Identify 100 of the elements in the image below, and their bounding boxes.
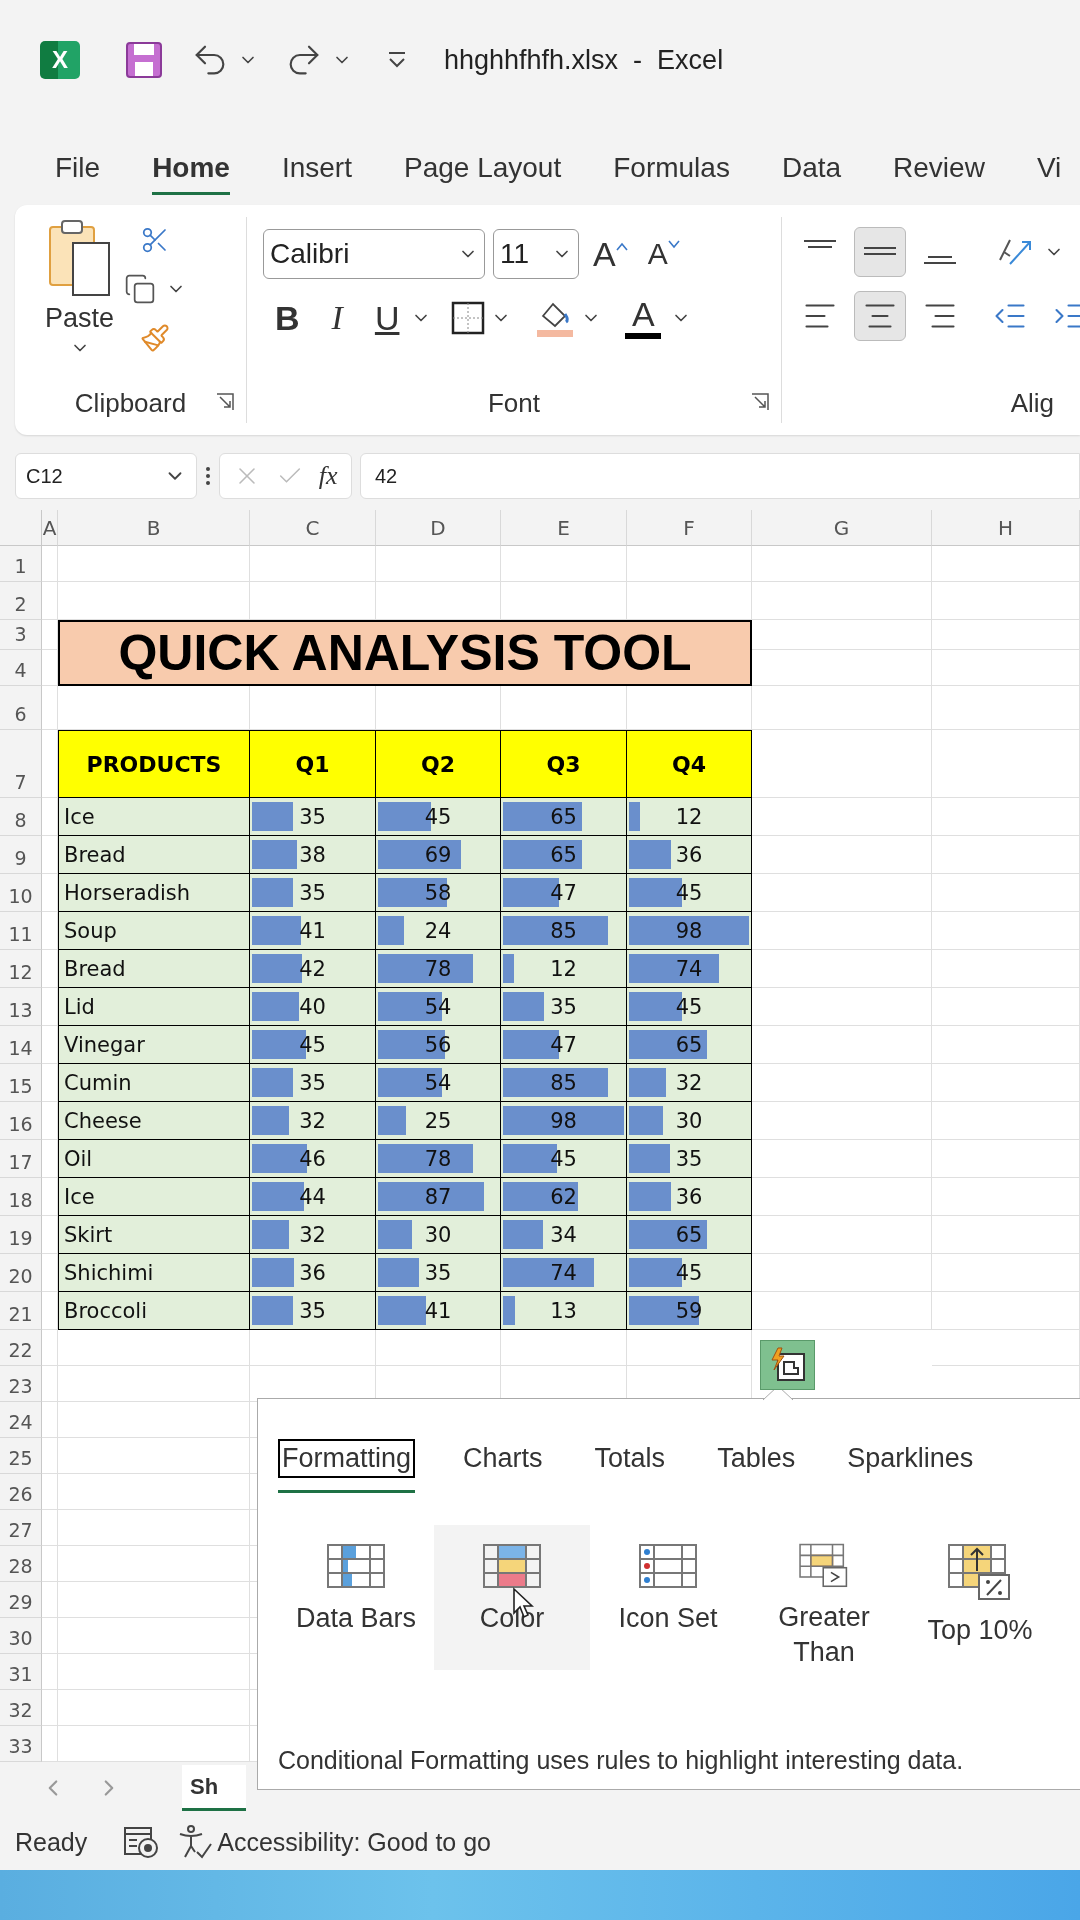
grid-cell[interactable]	[42, 1582, 58, 1618]
grid-cell[interactable]	[42, 1438, 58, 1474]
grid-cell[interactable]	[752, 686, 932, 730]
insert-function-button[interactable]: fx	[318, 461, 338, 491]
grid-cell[interactable]	[42, 1402, 58, 1438]
grid-cell[interactable]	[932, 874, 1080, 912]
grid-cell[interactable]	[932, 1292, 1080, 1330]
accessibility-status[interactable]: Accessibility: Good to go	[177, 1824, 491, 1860]
ribbon-tab[interactable]: Review	[893, 152, 985, 195]
borders-icon[interactable]	[451, 301, 486, 335]
row-header[interactable]: 9	[0, 836, 42, 874]
column-header[interactable]: B	[58, 510, 250, 546]
grid-cell[interactable]	[42, 686, 58, 730]
grid-cell[interactable]	[932, 836, 1080, 874]
ribbon-tab[interactable]: Vi	[1036, 152, 1062, 195]
row-header[interactable]: 23	[0, 1366, 42, 1402]
grid-cell[interactable]	[58, 1546, 250, 1582]
column-header[interactable]: G	[752, 510, 932, 546]
grid-cell[interactable]	[932, 1330, 1080, 1366]
column-header[interactable]: H	[932, 510, 1080, 546]
font-name-dropdown[interactable]: Calibri	[263, 229, 485, 279]
row-header[interactable]: 25	[0, 1438, 42, 1474]
macro-record-icon[interactable]	[123, 1825, 160, 1859]
row-header[interactable]: 2	[0, 582, 42, 620]
bold-button[interactable]: B	[269, 298, 306, 338]
analysis-tab[interactable]: Tables	[713, 1439, 800, 1493]
grid-cell[interactable]	[932, 912, 1080, 950]
row-header[interactable]: 31	[0, 1654, 42, 1690]
grid-cell[interactable]	[42, 1474, 58, 1510]
analysis-tab[interactable]: Sparklines	[843, 1439, 978, 1493]
row-header[interactable]: 28	[0, 1546, 42, 1582]
grid-cell[interactable]	[932, 650, 1080, 686]
more-icon[interactable]	[205, 465, 211, 487]
grid-cell[interactable]	[932, 1064, 1080, 1102]
row-header[interactable]: 22	[0, 1330, 42, 1366]
underline-button[interactable]: U	[368, 298, 406, 338]
grid-cell[interactable]	[58, 1366, 250, 1402]
grid-cell[interactable]	[932, 582, 1080, 620]
paste-button[interactable]: Paste	[15, 217, 115, 383]
grid-cell[interactable]	[42, 1690, 58, 1726]
grid-cell[interactable]	[932, 1102, 1080, 1140]
grid-cell[interactable]	[42, 582, 58, 620]
row-header[interactable]: 7	[0, 730, 42, 798]
formatting-option[interactable]: Icon Set	[590, 1525, 746, 1670]
row-header[interactable]: 3	[0, 620, 42, 650]
row-header[interactable]: 6	[0, 686, 42, 730]
row-header[interactable]: 29	[0, 1582, 42, 1618]
row-header[interactable]: 11	[0, 912, 42, 950]
grid-cell[interactable]	[932, 950, 1080, 988]
row-header[interactable]: 26	[0, 1474, 42, 1510]
grid-cell[interactable]	[42, 1366, 58, 1402]
grid-cell[interactable]	[932, 1178, 1080, 1216]
dialog-launcher-icon[interactable]	[216, 393, 234, 411]
grid-cell[interactable]	[58, 1690, 250, 1726]
dialog-launcher-icon[interactable]	[751, 393, 769, 411]
grid-cell[interactable]	[932, 1216, 1080, 1254]
row-header[interactable]: 19	[0, 1216, 42, 1254]
font-size-dropdown[interactable]: 11	[493, 229, 579, 279]
row-header[interactable]: 12	[0, 950, 42, 988]
grid-cell[interactable]	[58, 1510, 250, 1546]
column-header[interactable]: A	[42, 510, 58, 546]
ribbon-tab[interactable]: Formulas	[613, 152, 730, 195]
formatting-option[interactable]: Top 10%	[902, 1525, 1058, 1670]
quick-analysis-button[interactable]	[760, 1340, 815, 1390]
grid-cell[interactable]	[42, 1618, 58, 1654]
row-header[interactable]: 14	[0, 1026, 42, 1064]
grid-cell[interactable]	[501, 546, 627, 582]
copy-icon[interactable]	[124, 273, 157, 305]
row-header[interactable]: 27	[0, 1510, 42, 1546]
font-color-button[interactable]: A	[621, 297, 666, 339]
column-header[interactable]: E	[501, 510, 627, 546]
grid-cell[interactable]	[42, 1510, 58, 1546]
grid-cell[interactable]	[250, 546, 376, 582]
grid-cell[interactable]	[42, 546, 58, 582]
grid-cell[interactable]	[932, 1026, 1080, 1064]
grid-cell[interactable]	[58, 546, 250, 582]
format-painter-icon[interactable]	[140, 323, 171, 353]
column-header[interactable]: D	[376, 510, 501, 546]
select-all-corner[interactable]	[0, 510, 42, 546]
formatting-option[interactable]: Greater Than	[746, 1525, 902, 1670]
row-header[interactable]: 20	[0, 1254, 42, 1292]
grid-cell[interactable]	[42, 1654, 58, 1690]
grid-cell[interactable]	[932, 686, 1080, 730]
row-header[interactable]: 16	[0, 1102, 42, 1140]
italic-button[interactable]: I	[325, 299, 349, 337]
row-header[interactable]: 30	[0, 1618, 42, 1654]
row-header[interactable]: 15	[0, 1064, 42, 1102]
decrease-font-size-button[interactable]: A	[641, 237, 686, 271]
increase-font-size-button[interactable]: A	[587, 234, 634, 274]
row-header[interactable]: 8	[0, 798, 42, 836]
grid-cell[interactable]	[932, 546, 1080, 582]
analysis-tab[interactable]: Totals	[590, 1439, 670, 1493]
row-header[interactable]: 18	[0, 1178, 42, 1216]
grid-cell[interactable]	[376, 546, 501, 582]
align-center-icon[interactable]	[854, 291, 906, 341]
grid-cell[interactable]	[58, 1474, 250, 1510]
grid-cell[interactable]	[752, 546, 932, 582]
grid-cell[interactable]	[58, 1654, 250, 1690]
row-header[interactable]: 32	[0, 1690, 42, 1726]
row-header[interactable]: 21	[0, 1292, 42, 1330]
